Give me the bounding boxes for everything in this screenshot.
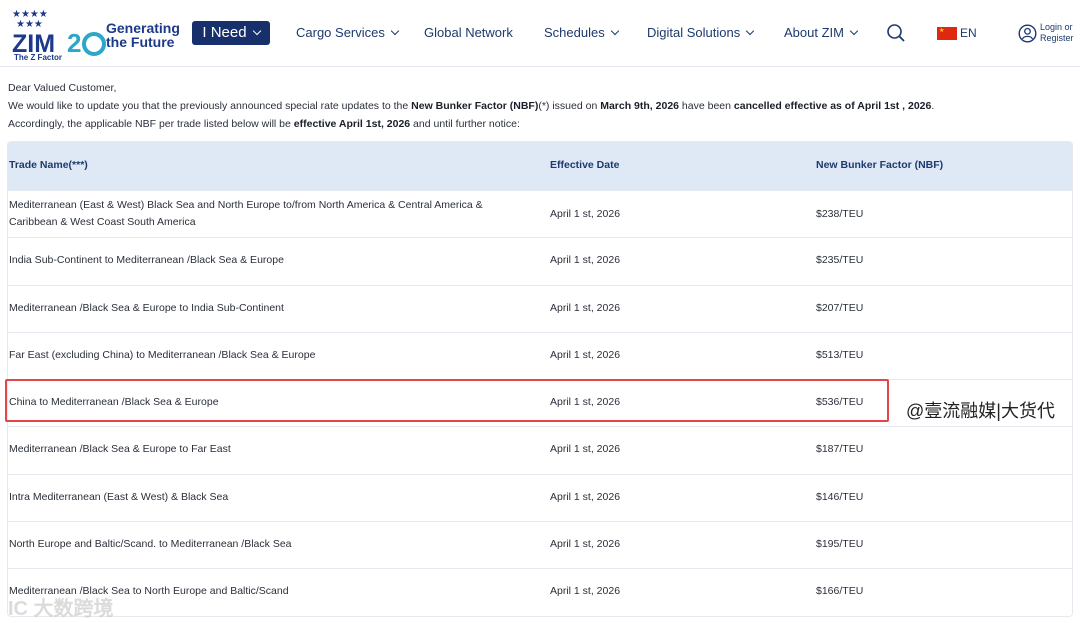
trade-name-cell: Mediterranean /Black Sea & Europe to Ind… xyxy=(9,301,284,314)
nbf-cell: $536/TEU xyxy=(816,396,864,409)
nbf-cell: $207/TEU xyxy=(816,301,864,314)
login-register-link[interactable]: Login or Register xyxy=(1040,22,1074,44)
effective-date-cell: April 1 st, 2026 xyxy=(550,301,621,314)
svg-text:★★★: ★★★ xyxy=(16,19,43,30)
text: We would like to update you that the pre… xyxy=(8,100,412,112)
tagline-line-2: the Future xyxy=(106,34,175,50)
nav-label: Digital Solutions xyxy=(647,25,741,40)
search-icon[interactable] xyxy=(886,23,906,43)
chevron-down-icon xyxy=(849,26,859,36)
nbf-cell: $146/TEU xyxy=(816,490,864,503)
effective-date-cell: April 1 st, 2026 xyxy=(550,490,621,503)
effective-date-cell: April 1 st, 2026 xyxy=(550,538,621,551)
chevron-down-icon xyxy=(610,26,619,36)
text-bold: effective April 1st, 2026 xyxy=(293,118,411,130)
login-label: Login or xyxy=(1040,22,1073,32)
i-need-button[interactable]: I Need xyxy=(192,21,270,45)
nav-label: Schedules xyxy=(544,25,605,40)
nbf-cell: $238/TEU xyxy=(816,208,864,220)
header-trade-name: Trade Name(***) xyxy=(9,159,88,171)
logo-tagline: Generating the Future xyxy=(106,21,180,49)
trade-name-cell: India Sub-Continent to Mediterranean /Bl… xyxy=(9,254,284,267)
nav-label: Cargo Services xyxy=(296,25,385,40)
nav-label: About ZIM xyxy=(784,25,844,40)
trade-name-cell: Mediterranean /Black Sea & Europe to Far… xyxy=(9,443,231,456)
user-icon[interactable] xyxy=(1018,24,1037,43)
notice-line-effective: Accordingly, the applicable NBF per trad… xyxy=(8,115,1073,133)
text: . xyxy=(931,100,935,112)
effective-date-cell: April 1 st, 2026 xyxy=(550,443,621,456)
watermark-right: @壹流融媒|大货代 xyxy=(906,401,1055,421)
text: have been xyxy=(679,100,734,112)
effective-date-cell: April 1 st, 2026 xyxy=(550,348,621,361)
nbf-cell: $513/TEU xyxy=(816,348,864,361)
text: (*) issued on xyxy=(538,100,601,112)
trade-name-cell: Intra Mediterranean (East & West) & Blac… xyxy=(9,490,229,503)
table-row: Intra Mediterranean (East & West) & Blac… xyxy=(8,473,1072,522)
table-row: North Europe and Baltic/Scand. to Medite… xyxy=(8,521,1072,569)
china-flag-icon[interactable]: ★ xyxy=(937,27,957,40)
table-row: Far East (excluding China) to Mediterran… xyxy=(8,331,1072,380)
header-nbf: New Bunker Factor (NBF) xyxy=(816,159,944,171)
notice-intro: Dear Valued Customer, We would like to u… xyxy=(8,79,1073,133)
table-header: Trade Name(***) Effective Date New Bunke… xyxy=(8,142,1072,190)
nbf-cell: $166/TEU xyxy=(816,585,864,598)
language-selector[interactable]: EN xyxy=(960,26,977,40)
nbf-cell: $235/TEU xyxy=(816,254,864,267)
tagline-line-1: Generating xyxy=(106,20,180,36)
text-bold: cancelled effective as of April 1st , 20… xyxy=(733,100,932,112)
site-header: ★★★★ ★★★ ZIM 2 Generating the Future The… xyxy=(0,0,1080,67)
text: and until further notice: xyxy=(410,118,520,130)
nav-global-network[interactable]: Global Network xyxy=(424,25,513,40)
table-row: India Sub-Continent to Mediterranean /Bl… xyxy=(8,237,1072,285)
nav-cargo-services[interactable]: Cargo Services xyxy=(296,25,400,40)
register-label: Register xyxy=(1040,33,1074,43)
effective-date-cell: April 1 st, 2026 xyxy=(550,585,621,598)
table-row: Mediterranean /Black Sea & Europe to Far… xyxy=(8,426,1072,474)
nbf-cell: $195/TEU xyxy=(816,538,864,551)
table-row: Mediterranean (East & West) Black Sea an… xyxy=(8,190,1072,238)
trade-name-cell: Mediterranean (East & West) Black Sea an… xyxy=(9,199,483,228)
trade-name-cell: China to Mediterranean /Black Sea & Euro… xyxy=(9,396,219,409)
nbf-cell: $187/TEU xyxy=(816,443,864,456)
trade-name-cell: North Europe and Baltic/Scand. to Medite… xyxy=(9,538,292,551)
trade-name-cell: Far East (excluding China) to Mediterran… xyxy=(9,348,316,361)
nav-label: Global Network xyxy=(424,25,513,40)
header-effective-date: Effective Date xyxy=(550,159,620,171)
text-bold: New Bunker Factor (NBF) xyxy=(411,100,539,112)
text: Accordingly, the applicable NBF per trad… xyxy=(8,118,294,130)
table-row: Mediterranean /Black Sea to North Europe… xyxy=(8,568,1072,616)
chevron-down-icon xyxy=(390,26,400,36)
text-bold: March 9th, 2026 xyxy=(600,100,680,112)
nav-digital-solutions[interactable]: Digital Solutions xyxy=(647,25,755,40)
nbf-table: Trade Name(***) Effective Date New Bunke… xyxy=(7,141,1073,617)
nav-schedules[interactable]: Schedules xyxy=(544,25,619,40)
table-row: Mediterranean /Black Sea & Europe to Ind… xyxy=(8,284,1072,332)
watermark-left: IC 大数跨境 xyxy=(8,598,114,620)
logo-subtitle: The Z Factor xyxy=(14,53,63,62)
svg-text:2: 2 xyxy=(67,28,81,58)
i-need-label: I Need xyxy=(202,24,247,41)
chevron-down-icon xyxy=(252,26,261,36)
notice-line-update: We would like to update you that the pre… xyxy=(8,97,1073,115)
greeting: Dear Valued Customer, xyxy=(8,82,117,94)
chevron-down-icon xyxy=(745,26,755,36)
effective-date-cell: April 1 st, 2026 xyxy=(550,396,621,409)
effective-date-cell: April 1 st, 2026 xyxy=(550,254,621,267)
nav-about-zim[interactable]: About ZIM xyxy=(784,25,859,40)
effective-date-cell: April 1 st, 2026 xyxy=(550,208,621,220)
